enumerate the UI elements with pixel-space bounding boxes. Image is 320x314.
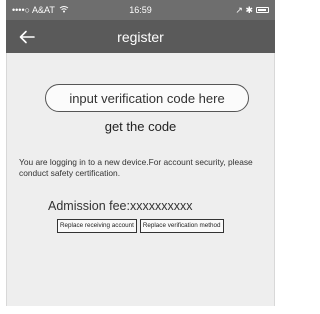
status-bar: ••••○ A&AT 16:59 ↗ ✱: [6, 0, 275, 20]
location-bluetooth-icons: ↗ ✱: [235, 4, 253, 15]
security-notice: You are logging in to a new device.For a…: [19, 157, 253, 178]
action-buttons: Replace receiving account Replace verifi…: [57, 219, 224, 233]
status-right: ↗ ✱: [235, 5, 269, 16]
page-title: register: [117, 28, 164, 45]
replace-method-button[interactable]: Replace verification method: [139, 219, 224, 233]
admission-fee: Admission fee:xxxxxxxxxx: [48, 199, 193, 213]
arrow-left-icon: [19, 30, 35, 44]
battery-icon: [256, 7, 269, 13]
carrier-label: ••••○ A&AT: [12, 5, 55, 15]
verification-code-input[interactable]: [45, 84, 249, 112]
nav-bar: register: [6, 20, 275, 53]
back-button[interactable]: [16, 26, 38, 48]
status-left: ••••○ A&AT: [12, 5, 69, 15]
wifi-icon: [59, 5, 69, 15]
register-form: get the code You are logging in to a new…: [6, 53, 275, 306]
get-code-button[interactable]: get the code: [7, 119, 274, 134]
replace-account-button[interactable]: Replace receiving account: [57, 219, 137, 233]
